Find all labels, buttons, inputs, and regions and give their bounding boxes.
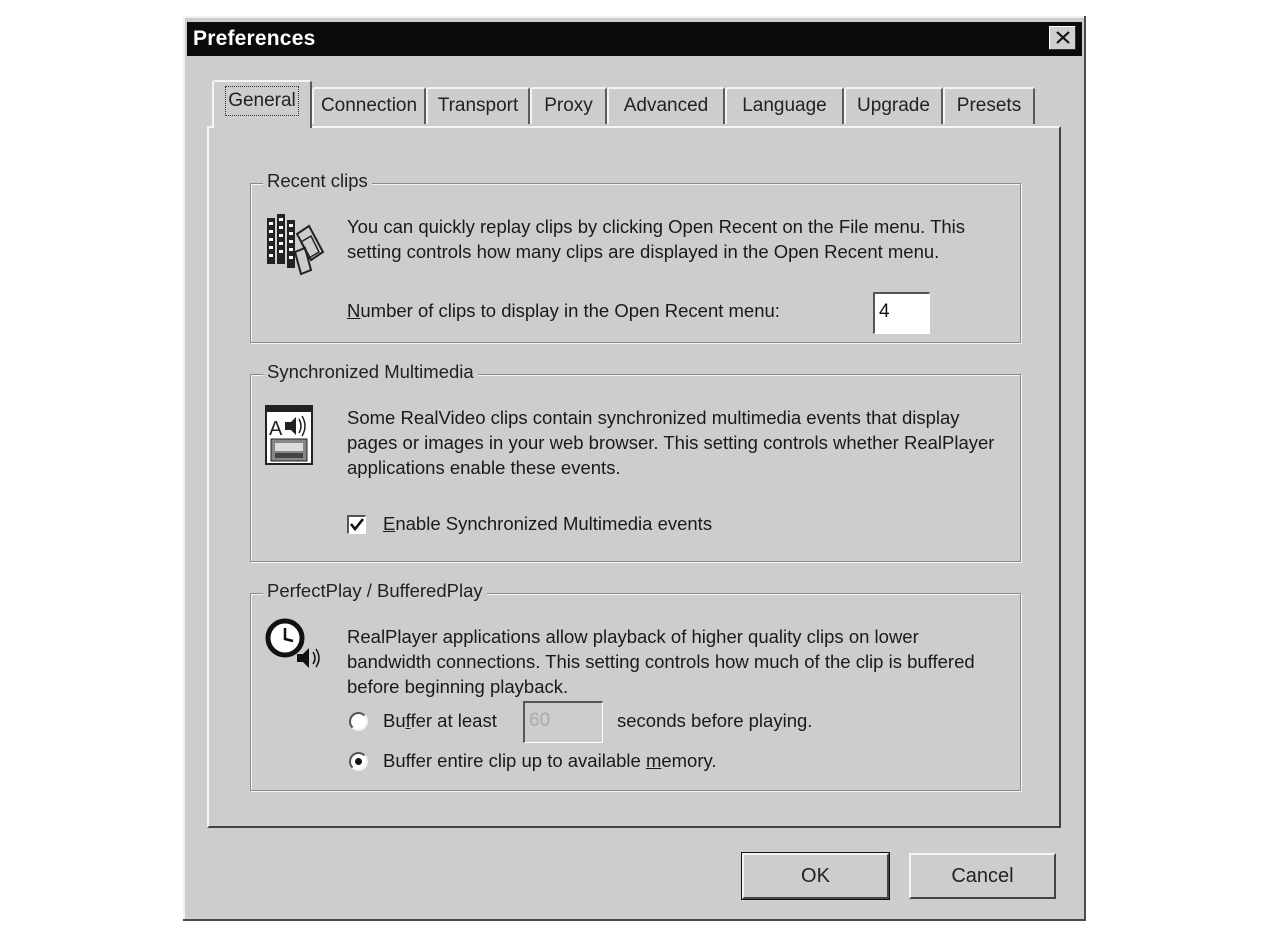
recent-clips-legend: Recent clips xyxy=(263,170,372,192)
tab-general[interactable]: General xyxy=(212,80,312,128)
general-tab-panel: Recent clips You can quickly replay clip… xyxy=(207,126,1061,828)
svg-text:A: A xyxy=(269,418,283,440)
clock-speaker-icon xyxy=(265,618,320,668)
close-button[interactable] xyxy=(1049,26,1076,50)
tab-strip: General Connection Transport Proxy Advan… xyxy=(210,80,1050,128)
tab-upgrade[interactable]: Upgrade xyxy=(844,87,943,124)
radio-selected-dot xyxy=(355,758,362,765)
tab-language[interactable]: Language xyxy=(725,87,844,124)
sync-multimedia-group: Synchronized Multimedia A Some RealVideo… xyxy=(250,361,1021,562)
preferences-dialog: Preferences General Connection Transport… xyxy=(183,16,1086,921)
tab-transport[interactable]: Transport xyxy=(426,87,530,124)
tab-advanced[interactable]: Advanced xyxy=(607,87,725,124)
close-icon xyxy=(1056,31,1070,44)
sync-multimedia-legend: Synchronized Multimedia xyxy=(263,361,478,383)
buffer-seconds-suffix: seconds before playing. xyxy=(617,710,813,731)
title-bar[interactable]: Preferences xyxy=(187,22,1082,56)
sync-multimedia-checkbox[interactable] xyxy=(347,515,366,534)
tab-presets[interactable]: Presets xyxy=(943,87,1035,124)
sync-multimedia-checkbox-label[interactable]: Enable Synchronized Multimedia events xyxy=(383,513,712,535)
recent-clips-count-label: Number of clips to display in the Open R… xyxy=(347,300,780,321)
recent-clips-description: You can quickly replay clips by clicking… xyxy=(347,216,966,262)
buffer-entire-radio[interactable] xyxy=(349,752,368,771)
sync-multimedia-description: Some RealVideo clips contain synchronize… xyxy=(347,407,995,478)
recent-clips-group: Recent clips You can quickly replay clip… xyxy=(250,170,1021,343)
ok-button[interactable]: OK xyxy=(741,852,890,900)
film-stack-icon xyxy=(267,214,325,276)
perfectplay-legend: PerfectPlay / BufferedPlay xyxy=(263,580,487,602)
window-title: Preferences xyxy=(193,27,316,50)
buffer-seconds-label[interactable]: Buffer at least xyxy=(383,710,497,732)
perfectplay-group: PerfectPlay / BufferedPlay RealPlayer ap… xyxy=(250,580,1021,791)
recent-clips-count-input[interactable]: 4 xyxy=(873,292,930,334)
multimedia-icon: A xyxy=(265,405,313,465)
buffer-seconds-radio[interactable] xyxy=(349,712,368,731)
buffer-seconds-input[interactable]: 60 xyxy=(523,701,603,743)
perfectplay-description: RealPlayer applications allow playback o… xyxy=(347,626,975,697)
buffer-entire-label[interactable]: Buffer entire clip up to available memor… xyxy=(383,750,717,772)
cancel-button[interactable]: Cancel xyxy=(909,853,1056,899)
tab-proxy[interactable]: Proxy xyxy=(530,87,607,124)
checkmark-icon xyxy=(349,518,364,532)
tab-connection[interactable]: Connection xyxy=(312,87,426,124)
